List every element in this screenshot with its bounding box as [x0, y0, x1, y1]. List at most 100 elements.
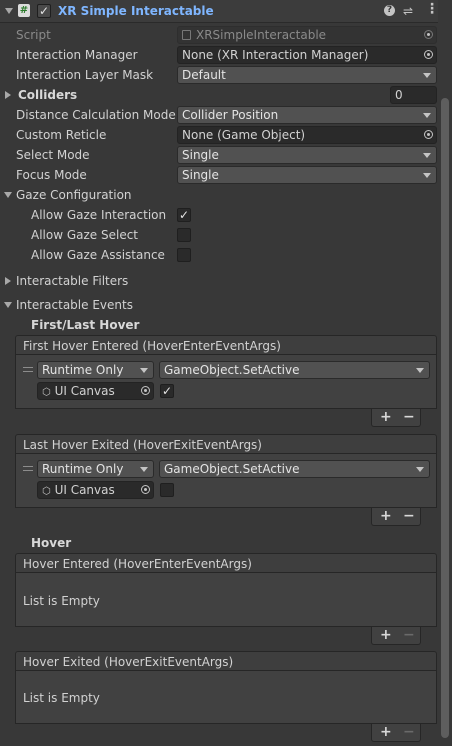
target-object-value: UI Canvas: [54, 483, 115, 497]
colliders-label[interactable]: Colliders: [18, 88, 77, 102]
chevron-down-icon: [416, 467, 424, 472]
component-header: # ✓ XR Simple Interactable ? ⇌ ⋮: [0, 0, 452, 23]
script-file-icon: [182, 30, 191, 40]
colliders-count-field[interactable]: 0: [390, 86, 437, 104]
distance-calculation-mode-value: Collider Position: [182, 108, 279, 122]
component-title: XR Simple Interactable: [58, 4, 214, 18]
target-object-field[interactable]: ⬡ UI Canvas: [37, 382, 154, 400]
custom-reticle-value: None (Game Object): [182, 128, 306, 142]
distance-calculation-mode-row: Distance Calculation Mode Collider Posit…: [0, 105, 438, 125]
help-icon[interactable]: ?: [384, 5, 395, 16]
first-hover-entered-title: First Hover Entered (HoverEnterEventArgs…: [23, 339, 281, 353]
custom-reticle-row: Custom Reticle None (Game Object): [0, 125, 438, 145]
allow-gaze-assistance-label: Allow Gaze Assistance: [31, 248, 165, 262]
custom-reticle-label: Custom Reticle: [16, 128, 107, 142]
allow-gaze-select-label: Allow Gaze Select: [31, 228, 139, 242]
function-dropdown[interactable]: GameObject.SetActive: [159, 361, 430, 379]
add-button[interactable]: +: [380, 508, 392, 524]
drag-handle-icon[interactable]: [23, 371, 33, 372]
focus-mode-row: Focus Mode Single: [0, 165, 438, 185]
allow-gaze-assistance-row: Allow Gaze Assistance: [0, 245, 438, 265]
expand-triangle-icon[interactable]: [5, 277, 11, 285]
select-mode-row: Select Mode Single: [0, 145, 438, 165]
hover-entered-title: Hover Entered (HoverEnterEventArgs): [23, 557, 252, 571]
gaze-configuration-label[interactable]: Gaze Configuration: [16, 188, 132, 202]
distance-calculation-mode-dropdown[interactable]: Collider Position: [177, 106, 437, 124]
interactable-events-label[interactable]: Interactable Events: [16, 298, 133, 312]
add-button[interactable]: +: [380, 724, 392, 740]
scrollbar[interactable]: [438, 0, 452, 746]
empty-list-text: List is Empty: [23, 691, 100, 705]
drag-handle-icon[interactable]: [23, 466, 33, 467]
custom-reticle-field[interactable]: None (Game Object): [177, 126, 437, 144]
gameobject-icon: ⬡: [42, 486, 51, 497]
first-hover-entered-list: Runtime Only GameObject.SetActive ⬡ UI C…: [15, 355, 437, 409]
hover-exited-footer: + −: [371, 724, 421, 742]
add-button[interactable]: +: [380, 627, 392, 643]
add-button[interactable]: +: [380, 409, 392, 425]
gaze-configuration-foldout[interactable]: Gaze Configuration: [0, 185, 438, 205]
object-picker-icon[interactable]: [141, 485, 150, 494]
drag-handle-icon[interactable]: [23, 367, 33, 368]
select-mode-dropdown[interactable]: Single: [177, 146, 437, 164]
colliders-row: Colliders 0: [0, 85, 438, 105]
first-hover-entered-header: First Hover Entered (HoverEnterEventArgs…: [15, 335, 437, 355]
hover-entered-footer: + −: [371, 627, 421, 645]
object-picker-icon: [424, 30, 433, 39]
hover-exited-title: Hover Exited (HoverExitEventArgs): [23, 655, 234, 669]
remove-button[interactable]: −: [403, 724, 415, 740]
allow-gaze-select-checkbox[interactable]: [177, 228, 191, 242]
hover-exited-list: List is Empty: [15, 671, 437, 724]
select-mode-label: Select Mode: [16, 148, 90, 162]
interaction-manager-row: Interaction Manager None (XR Interaction…: [0, 45, 438, 65]
interactable-events-foldout[interactable]: Interactable Events: [0, 295, 438, 315]
function-value: GameObject.SetActive: [164, 363, 300, 377]
chevron-down-icon: [416, 368, 424, 373]
set-active-checkbox[interactable]: ✓: [160, 384, 174, 398]
fold-triangle-icon[interactable]: [4, 192, 12, 198]
focus-mode-dropdown[interactable]: Single: [177, 166, 437, 184]
chevron-down-icon: [423, 173, 431, 178]
script-label: Script: [16, 28, 51, 42]
hover-heading: Hover: [31, 536, 72, 550]
script-icon: #: [18, 4, 30, 17]
set-active-checkbox[interactable]: [160, 483, 174, 497]
remove-button[interactable]: −: [403, 409, 415, 425]
expand-triangle-icon[interactable]: [5, 91, 11, 99]
function-dropdown[interactable]: GameObject.SetActive: [159, 460, 430, 478]
allow-gaze-interaction-checkbox[interactable]: ✓: [177, 208, 191, 222]
allow-gaze-assistance-checkbox[interactable]: [177, 248, 191, 262]
script-value: XRSimpleInteractable: [196, 28, 327, 42]
first-last-hover-heading: First/Last Hover: [31, 318, 140, 332]
allow-gaze-interaction-label: Allow Gaze Interaction: [31, 208, 167, 222]
focus-mode-label: Focus Mode: [16, 168, 87, 182]
fold-triangle-icon[interactable]: [5, 8, 13, 14]
script-field: XRSimpleInteractable: [177, 26, 437, 44]
fold-triangle-icon[interactable]: [4, 302, 12, 308]
target-object-value: UI Canvas: [54, 384, 115, 398]
allow-gaze-select-row: Allow Gaze Select: [0, 225, 438, 245]
runtime-dropdown[interactable]: Runtime Only: [37, 361, 154, 379]
interactable-filters-foldout[interactable]: Interactable Filters: [0, 271, 438, 291]
enabled-checkbox[interactable]: ✓: [37, 4, 51, 18]
more-icon[interactable]: ⋮: [425, 1, 439, 17]
interactable-filters-label[interactable]: Interactable Filters: [16, 274, 128, 288]
object-picker-icon[interactable]: [141, 386, 150, 395]
scrollbar-thumb[interactable]: [441, 98, 449, 738]
remove-button[interactable]: −: [403, 508, 415, 524]
remove-button[interactable]: −: [403, 627, 415, 643]
drag-handle-icon[interactable]: [23, 470, 33, 471]
object-picker-icon[interactable]: [424, 50, 433, 59]
preset-icon[interactable]: ⇌: [403, 4, 413, 18]
chevron-down-icon: [423, 113, 431, 118]
target-object-field[interactable]: ⬡ UI Canvas: [37, 481, 154, 499]
runtime-dropdown[interactable]: Runtime Only: [37, 460, 154, 478]
interaction-layer-mask-value: Default: [182, 68, 226, 82]
object-picker-icon[interactable]: [424, 130, 433, 139]
interaction-manager-value: None (XR Interaction Manager): [182, 48, 369, 62]
last-hover-exited-title: Last Hover Exited (HoverExitEventArgs): [23, 438, 262, 452]
function-value: GameObject.SetActive: [164, 462, 300, 476]
interaction-layer-mask-dropdown[interactable]: Default: [177, 66, 437, 84]
hover-entered-header: Hover Entered (HoverEnterEventArgs): [15, 553, 437, 573]
interaction-manager-field[interactable]: None (XR Interaction Manager): [177, 46, 437, 64]
